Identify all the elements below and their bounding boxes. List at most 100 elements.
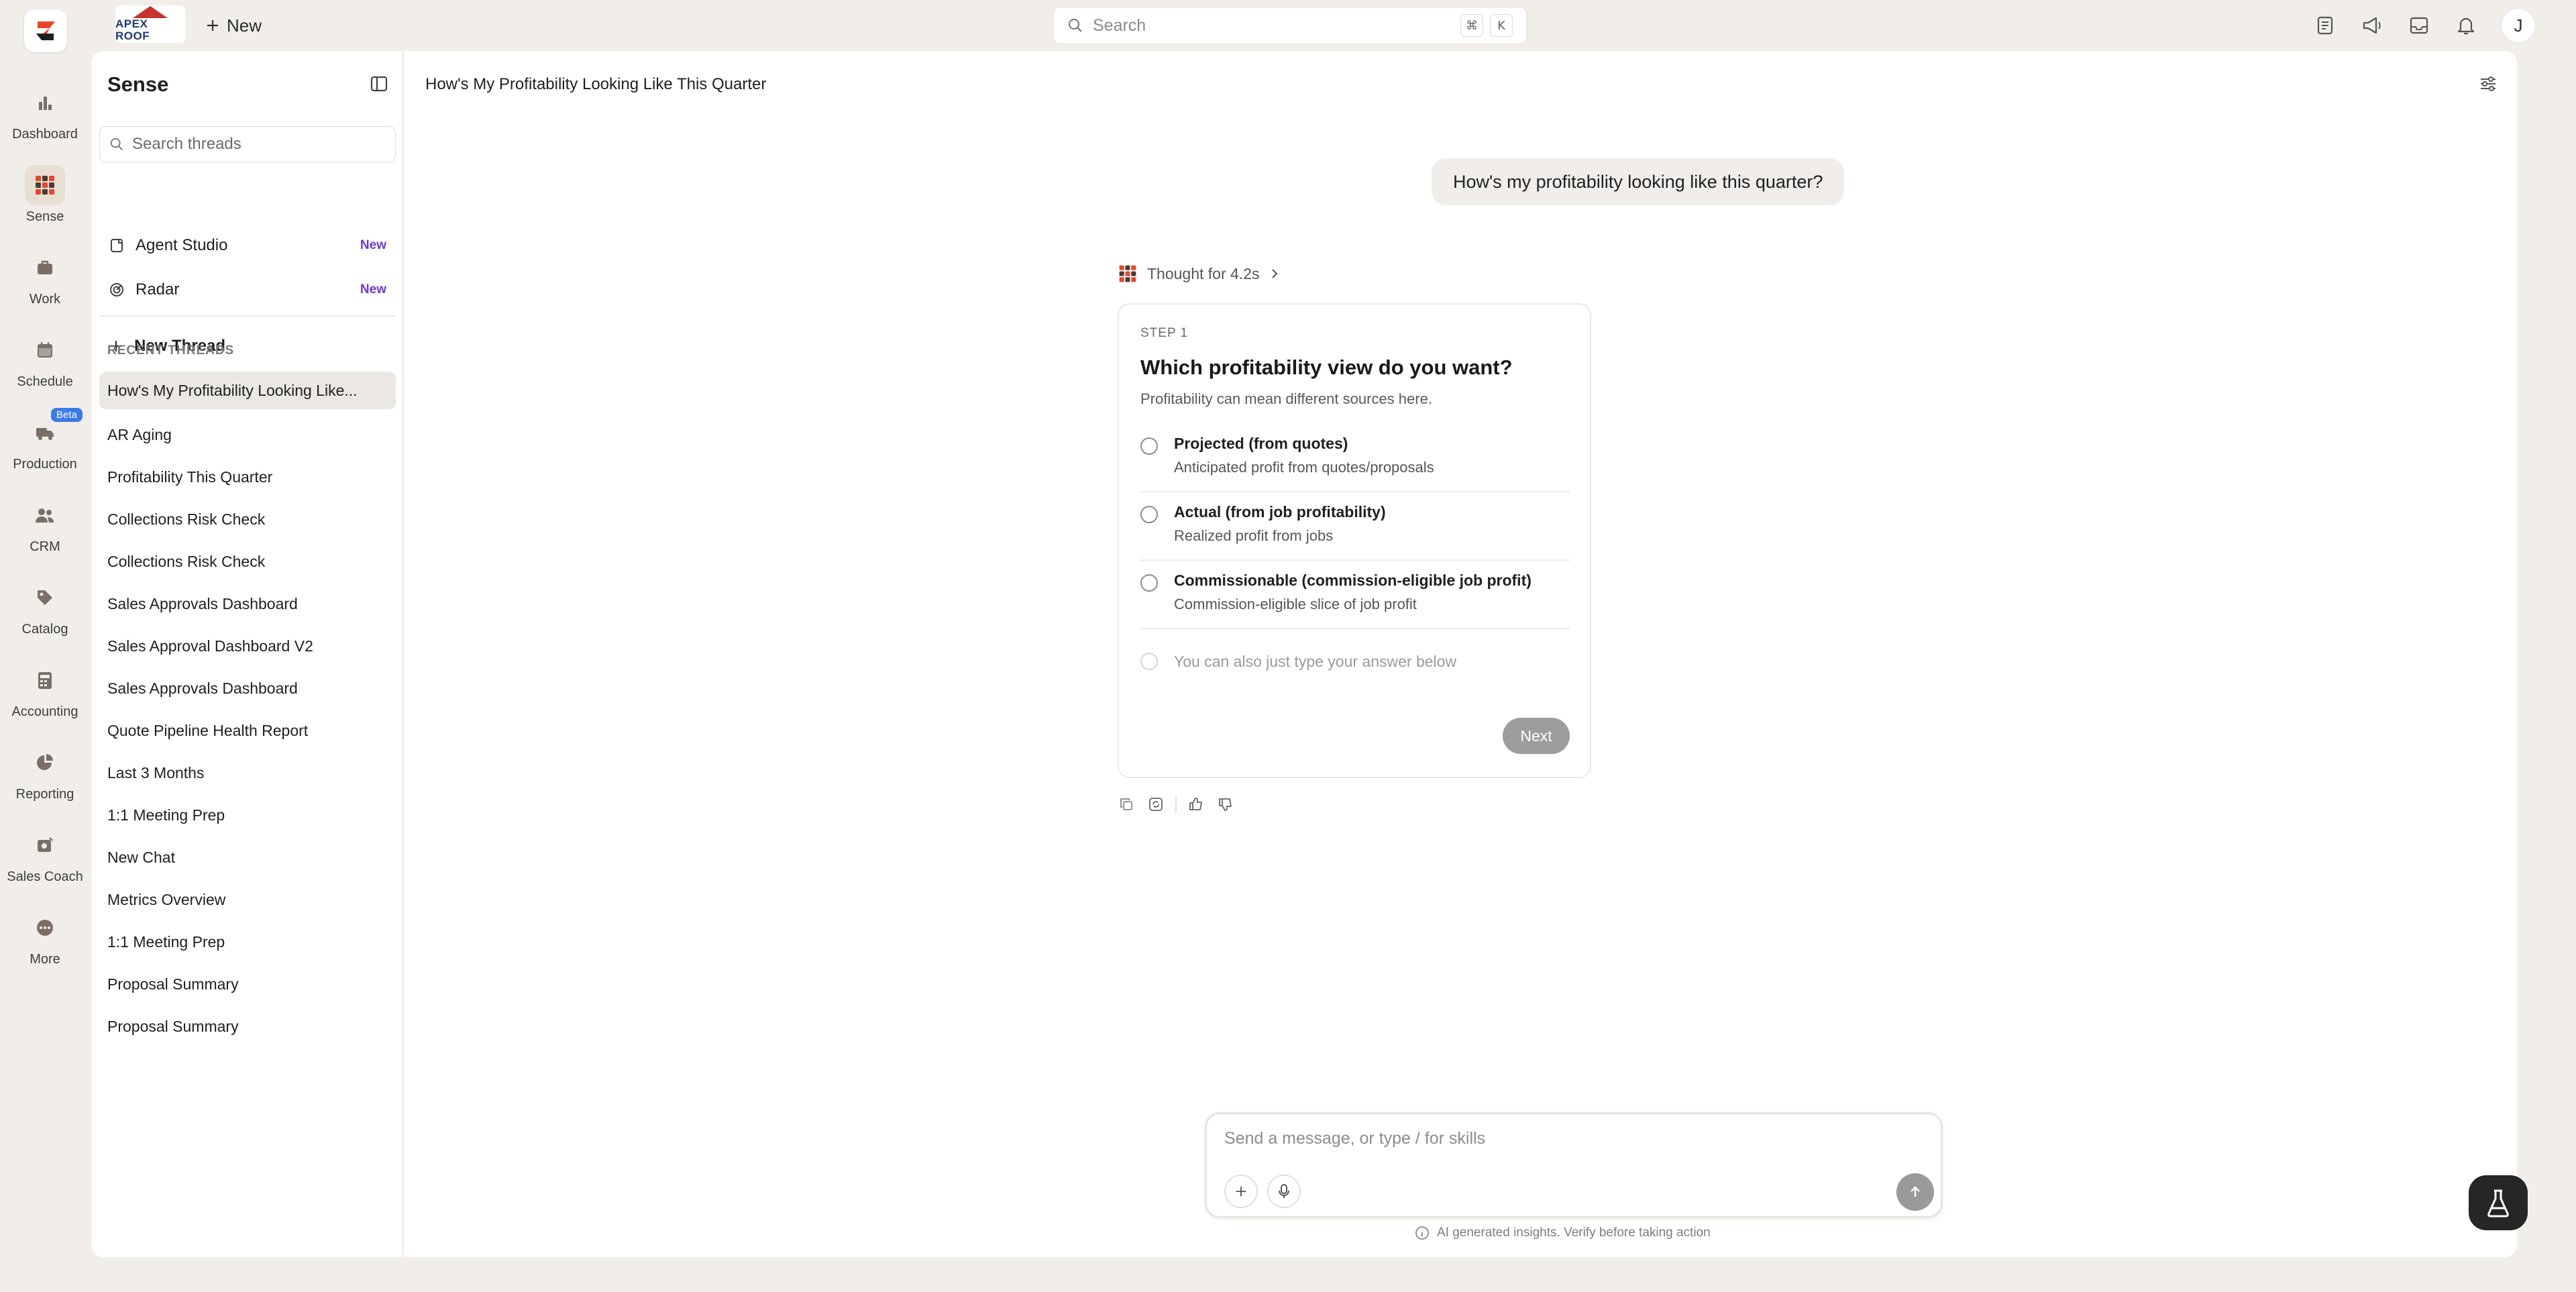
next-button[interactable]: Next (1503, 718, 1570, 754)
option-projected[interactable]: Projected (from quotes) Anticipated prof… (1140, 424, 1570, 492)
briefcase-icon (25, 248, 65, 288)
thread-item[interactable]: 1:1 Meeting Prep (99, 794, 396, 837)
sidebar-title: Sense (107, 72, 169, 96)
pie-chart-icon (25, 743, 65, 783)
rail-item-production[interactable]: Beta Production (0, 401, 90, 484)
notes-icon[interactable] (2313, 13, 2337, 38)
thread-item[interactable]: Sales Approval Dashboard V2 (99, 625, 396, 667)
thread-search[interactable] (99, 126, 396, 162)
tag-icon (25, 578, 65, 618)
thread-item[interactable]: AR Aging (99, 414, 396, 456)
coach-icon (25, 825, 65, 865)
lab-flask-button[interactable] (2469, 1175, 2528, 1230)
calendar-icon (25, 330, 65, 370)
new-tag: New (360, 238, 386, 252)
thread-item[interactable]: 1:1 Meeting Prep (99, 921, 396, 963)
left-rail: Dashboard Sense Work Schedule Beta Produ… (0, 71, 90, 979)
regenerate-icon[interactable] (1146, 794, 1166, 814)
sidebar-item-label: Agent Studio (136, 236, 228, 254)
send-button[interactable] (1896, 1173, 1934, 1211)
global-search-input[interactable] (1093, 15, 1454, 36)
sidebar-collapse-icon[interactable] (369, 74, 389, 94)
rail-item-accounting[interactable]: Accounting (0, 649, 90, 731)
rail-item-work[interactable]: Work (0, 236, 90, 319)
rail-label: Sense (25, 209, 64, 224)
company-logo[interactable]: APEX ROOF (115, 5, 185, 43)
app-logo[interactable] (24, 9, 67, 52)
beta-badge: Beta (51, 408, 83, 422)
rail-label: Reporting (15, 787, 74, 802)
option-actual[interactable]: Actual (from job profitability) Realized… (1140, 492, 1570, 561)
recent-threads-heading: RECENT THREADS (107, 343, 235, 358)
sliders-icon[interactable] (2478, 74, 2501, 97)
sidebar-item-agent-studio[interactable]: Agent Studio New (99, 227, 396, 264)
info-icon (1415, 1226, 1429, 1240)
disclaimer-text: AI generated insights. Verify before tak… (1437, 1226, 1711, 1240)
global-search[interactable]: ⌘ K (1053, 7, 1527, 44)
thread-item[interactable]: Proposal Summary (99, 963, 396, 1006)
thread-item[interactable]: Proposal Summary (99, 1006, 396, 1048)
top-bar: APEX ROOF New ⌘ K J (0, 0, 2576, 52)
radio-button[interactable] (1140, 506, 1158, 523)
thread-item[interactable]: Collections Risk Check (99, 498, 396, 541)
thread-item[interactable]: Sales Approvals Dashboard (99, 667, 396, 710)
thought-toggle[interactable]: Thought for 4.2s (1118, 260, 1280, 287)
rail-label: CRM (30, 539, 60, 554)
radio-button[interactable] (1140, 574, 1158, 592)
rail-item-sales-coach[interactable]: Sales Coach (0, 814, 90, 896)
thread-item[interactable]: Metrics Overview (99, 879, 396, 921)
sidebar-item-radar[interactable]: Radar New (99, 271, 396, 309)
divider (99, 315, 396, 317)
grid-icon (1119, 265, 1136, 282)
radio-button[interactable] (1140, 437, 1158, 455)
new-tag: New (360, 282, 386, 297)
message-composer (1205, 1112, 1943, 1218)
message-actions (1116, 794, 1236, 814)
users-icon (25, 495, 65, 535)
rail-item-catalog[interactable]: Catalog (0, 566, 90, 649)
bell-icon[interactable] (2454, 13, 2478, 38)
radio-button-disabled (1140, 653, 1158, 670)
rail-label: Sales Coach (7, 869, 83, 884)
rail-item-reporting[interactable]: Reporting (0, 731, 90, 814)
thread-item[interactable]: Quote Pipeline Health Report (99, 710, 396, 752)
arrow-up-icon (1911, 1186, 1920, 1197)
search-icon (110, 138, 123, 150)
avatar[interactable]: J (2501, 8, 2536, 43)
rail-item-dashboard[interactable]: Dashboard (0, 71, 90, 154)
rail-label: Dashboard (12, 127, 78, 142)
rail-item-sense[interactable]: Sense (0, 154, 90, 236)
thread-item[interactable]: New Chat (99, 837, 396, 879)
copy-icon[interactable] (1116, 794, 1136, 814)
rail-item-schedule[interactable]: Schedule (0, 319, 90, 401)
message-input[interactable] (1224, 1129, 1922, 1148)
new-button[interactable]: New (205, 12, 262, 39)
shortcut-k-key: K (1490, 14, 1513, 37)
conversation-area: How's My Profitability Looking Like This… (404, 51, 2517, 1257)
option-commissionable[interactable]: Commissionable (commission-eligible job … (1140, 561, 1570, 629)
rail-item-crm[interactable]: CRM (0, 484, 90, 566)
rail-item-more[interactable]: More (0, 896, 90, 979)
thread-item[interactable]: Sales Approvals Dashboard (99, 583, 396, 625)
attach-button[interactable] (1224, 1175, 1258, 1208)
thumbs-down-icon[interactable] (1216, 794, 1236, 814)
megaphone-icon[interactable] (2360, 13, 2384, 38)
step-label: STEP 1 (1140, 326, 1189, 340)
rail-label: Production (13, 457, 77, 472)
thread-item[interactable]: Last 3 Months (99, 752, 396, 794)
main-panel: Sense Agent Studio New Radar New New Thr… (91, 51, 2517, 1257)
inbox-icon[interactable] (2407, 13, 2431, 38)
calculator-icon (25, 660, 65, 700)
microphone-button[interactable] (1267, 1175, 1301, 1208)
thumbs-up-icon[interactable] (1186, 794, 1206, 814)
thread-item[interactable]: How's My Profitability Looking Like... (99, 372, 396, 409)
question-title: Which profitability view do you want? (1140, 356, 1513, 379)
thread-item[interactable]: Profitability This Quarter (99, 456, 396, 498)
rail-label: Catalog (21, 622, 68, 637)
thread-search-input[interactable] (132, 135, 386, 154)
plus-icon (1236, 1186, 1246, 1197)
app-logo-icon (36, 21, 55, 40)
document-icon (111, 239, 123, 252)
bar-chart-icon (25, 83, 65, 123)
thread-item[interactable]: Collections Risk Check (99, 541, 396, 583)
